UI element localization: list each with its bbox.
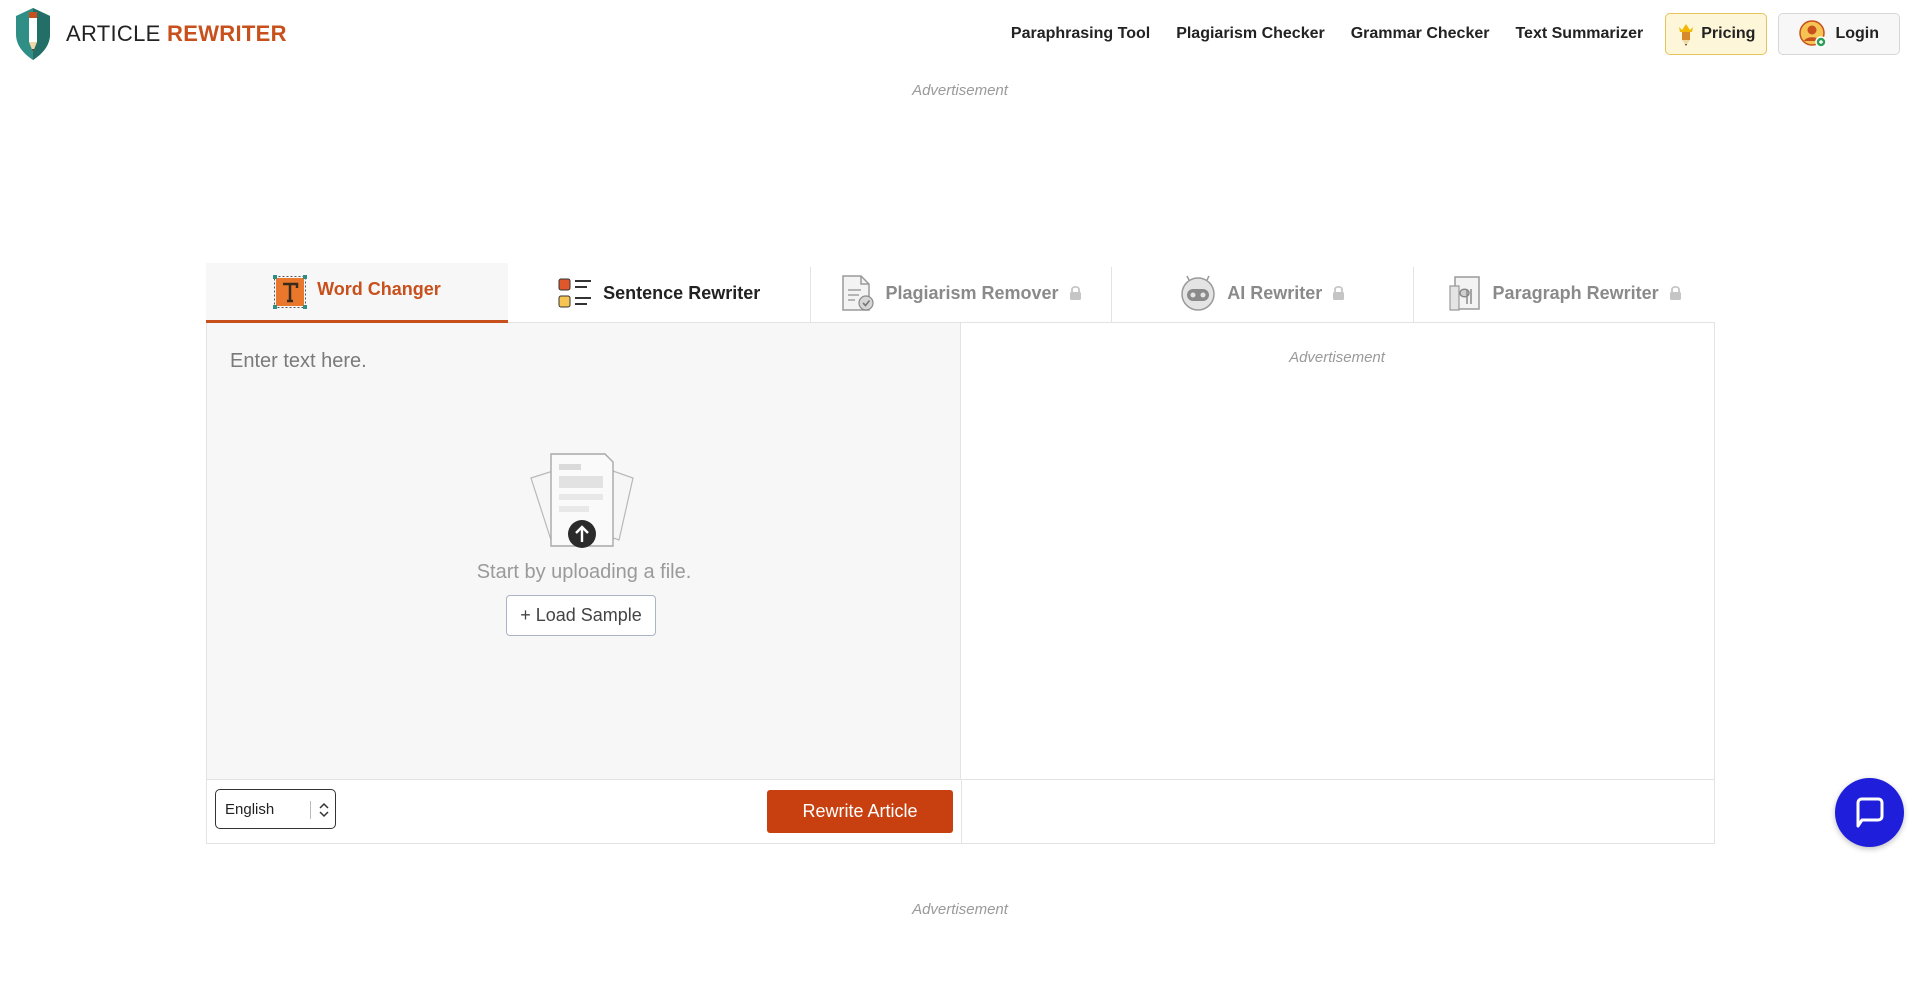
advertisement-label-output: Advertisement <box>1289 349 1385 366</box>
chat-icon <box>1856 797 1883 827</box>
lock-icon <box>1669 285 1681 300</box>
upload-file-icon[interactable] <box>525 448 639 558</box>
robot-icon <box>1181 275 1216 311</box>
main-nav: Paraphrasing Tool Plagiarism Checker Gra… <box>1011 0 1920 68</box>
advertisement-label-bottom: Advertisement <box>912 901 1008 918</box>
chat-button[interactable] <box>1835 778 1904 847</box>
pencil-crown-icon <box>1679 24 1694 46</box>
brand-name: ARTICLE REWRITER <box>66 21 287 46</box>
brand-logo[interactable]: ARTICLE REWRITER <box>12 6 287 62</box>
input-text-area[interactable]: Enter text here. Start by uploading a fi… <box>207 323 961 779</box>
rewriter-editor: Enter text here. Start by uploading a fi… <box>206 323 1715 844</box>
pricing-button[interactable]: Pricing <box>1665 13 1768 55</box>
tab-sentence-rewriter[interactable]: Sentence Rewriter <box>508 263 810 323</box>
tab-plagiarism-remover[interactable]: Plagiarism Remover <box>809 263 1112 323</box>
chevron-updown-icon <box>319 802 329 818</box>
tab-word-changer[interactable]: Word Changer <box>206 263 508 323</box>
tool-tabs: Word Changer Sentence Rewriter Plagiaris… <box>206 263 1715 323</box>
nav-grammar-checker[interactable]: Grammar Checker <box>1351 25 1490 43</box>
load-sample-button[interactable]: + Load Sample <box>506 595 656 636</box>
pen-shield-logo-icon <box>16 8 50 60</box>
tab-ai-rewriter[interactable]: AI Rewriter <box>1111 263 1413 323</box>
lock-icon <box>1333 285 1345 300</box>
login-button[interactable]: Login <box>1778 13 1900 55</box>
header: ARTICLE REWRITER Paraphrasing Tool Plagi… <box>0 0 1920 68</box>
tab-label: Word Changer <box>317 279 441 299</box>
controls-divider <box>961 780 962 844</box>
paragraph-doc-icon <box>1448 276 1480 311</box>
tab-label: Plagiarism Remover <box>885 282 1059 303</box>
tab-label: Sentence Rewriter <box>603 282 761 303</box>
upload-prompt: Start by uploading a file. <box>476 561 692 583</box>
advertisement-label-top: Advertisement <box>912 82 1008 99</box>
nav-text-summarizer[interactable]: Text Summarizer <box>1515 25 1643 43</box>
pricing-label: Pricing <box>1701 25 1756 42</box>
nav-plagiarism-checker[interactable]: Plagiarism Checker <box>1176 25 1325 43</box>
input-placeholder: Enter text here. <box>230 350 367 372</box>
tab-label: AI Rewriter <box>1227 282 1323 303</box>
language-value: English <box>225 800 275 818</box>
nav-paraphrasing-tool[interactable]: Paraphrasing Tool <box>1011 25 1150 43</box>
list-icon <box>558 278 592 308</box>
login-label: Login <box>1835 25 1879 42</box>
text-t-icon <box>273 274 308 309</box>
editor-controls: English Rewrite Article <box>207 779 1714 844</box>
rewrite-article-button[interactable]: Rewrite Article <box>767 790 953 833</box>
language-select[interactable]: English <box>215 789 336 829</box>
lock-icon <box>1069 285 1081 300</box>
tab-paragraph-rewriter[interactable]: Paragraph Rewriter <box>1413 263 1715 323</box>
tab-label: Paragraph Rewriter <box>1492 282 1659 303</box>
select-divider <box>310 801 311 819</box>
output-pane: Advertisement <box>961 323 1714 779</box>
document-check-icon <box>842 275 875 311</box>
user-avatar-icon <box>1799 20 1828 48</box>
